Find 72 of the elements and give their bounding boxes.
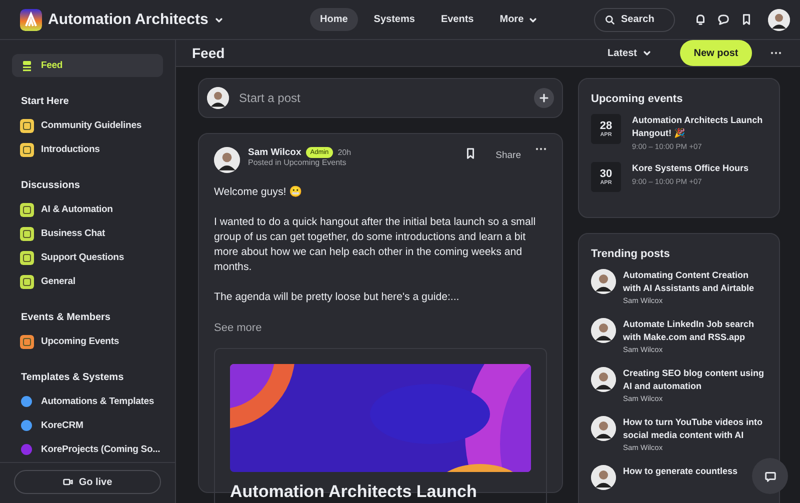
post-paragraph: I wanted to do a quick hangout after the initial beta launch so a small group of us can get together, do some introductions and learn a bit more about how we can help each other in the coming weeks and months. <box>214 215 537 275</box>
more-icon[interactable] <box>770 51 782 55</box>
space-icon <box>20 202 34 216</box>
panel-title: Trending posts <box>591 248 671 260</box>
sidebar-item[interactable]: Support Questions <box>12 246 163 269</box>
bell-icon[interactable] <box>694 13 707 26</box>
author-name[interactable]: Sam Wilcox <box>248 147 302 158</box>
post-link[interactable]: Creating SEO blog content using AI and automation <box>623 367 767 393</box>
post-paragraph: Welcome guys! 😬 <box>214 185 304 200</box>
avatar <box>591 269 616 294</box>
chat-bubble-icon[interactable] <box>717 13 730 26</box>
avatar[interactable] <box>768 8 790 30</box>
post-link[interactable]: How to turn YouTube videos into social media content with AI <box>623 416 767 442</box>
share-button[interactable]: Share <box>490 149 527 162</box>
sidebar-item[interactable]: KoreCRM <box>12 414 163 437</box>
sidebar-item[interactable]: Introductions <box>12 138 163 161</box>
sort-dropdown[interactable]: Latest <box>602 46 658 60</box>
section-heading: Templates & Systems <box>21 372 125 383</box>
post-category: Posted in Upcoming Events <box>248 158 348 167</box>
sidebar-item[interactable]: KoreProjects (Coming So... <box>12 438 163 461</box>
event-link[interactable]: Automation Architects Launch Hangout! 🎉 <box>632 114 767 140</box>
nav-tab[interactable]: More <box>490 8 548 31</box>
video-camera-icon <box>62 477 73 487</box>
search-icon <box>605 14 615 24</box>
section-heading: Discussions <box>21 180 81 191</box>
post-link[interactable]: How to generate countless <box>623 465 738 478</box>
page-title: Feed <box>192 45 226 61</box>
nav-tab[interactable]: Home <box>310 8 358 31</box>
chat-bubble-icon <box>764 470 776 482</box>
post-paragraph: The agenda will be pretty loose but here's a guide:... <box>214 290 460 305</box>
avatar <box>591 367 616 392</box>
space-icon <box>20 274 34 288</box>
chevron-down-icon <box>642 48 652 58</box>
nav-tab[interactable]: Events <box>430 8 484 31</box>
space-icon <box>20 118 34 132</box>
post-link[interactable]: Automating Content Creation with AI Assistants and Airtable <box>623 269 767 295</box>
panel-title: Upcoming events <box>591 93 684 105</box>
feed-icon <box>20 58 34 72</box>
go-live-button[interactable]: Go live <box>14 470 161 494</box>
space-icon <box>20 226 34 240</box>
new-post-button[interactable]: New post <box>680 40 752 66</box>
date-day: 30 <box>600 168 612 180</box>
post-input[interactable]: Start a post <box>198 78 563 118</box>
space-icon <box>20 250 34 264</box>
avatar <box>591 465 616 490</box>
sidebar-item[interactable]: Community Guidelines <box>12 114 163 137</box>
sidebar-item[interactable]: Upcoming Events <box>12 330 163 353</box>
sidebar-item[interactable]: Automations & Templates <box>12 390 163 413</box>
see-more-link[interactable]: See more <box>214 322 262 334</box>
section-heading: Events & Members <box>21 312 112 323</box>
plus-icon <box>539 93 549 103</box>
section-heading: Start Here <box>21 96 70 107</box>
post-time: 20h <box>338 148 352 157</box>
community-name: Automation Architects <box>48 11 208 28</box>
space-icon <box>20 142 34 156</box>
avatar <box>591 416 616 441</box>
sidebar-item[interactable]: Business Chat <box>12 222 163 245</box>
sidebar-item[interactable]: Feed <box>12 54 163 77</box>
bookmark-icon[interactable] <box>740 13 753 26</box>
nav-tab[interactable]: Systems <box>364 8 425 31</box>
event-link[interactable]: Kore Systems Office Hours <box>632 162 749 175</box>
space-icon <box>20 334 34 348</box>
sidebar-item[interactable]: General <box>12 270 163 293</box>
date-day: 28 <box>600 120 612 132</box>
post-link[interactable]: Automate LinkedIn Job search with Make.com and RSS.app <box>623 318 767 344</box>
avatar <box>591 318 616 343</box>
avatar <box>214 147 240 173</box>
event-title: Automation Architects Launch <box>230 482 478 502</box>
logo-icon <box>20 8 42 30</box>
sidebar-item[interactable]: AI & Automation <box>12 198 163 221</box>
search-field[interactable]: Search <box>594 8 675 32</box>
more-icon[interactable] <box>535 147 547 151</box>
